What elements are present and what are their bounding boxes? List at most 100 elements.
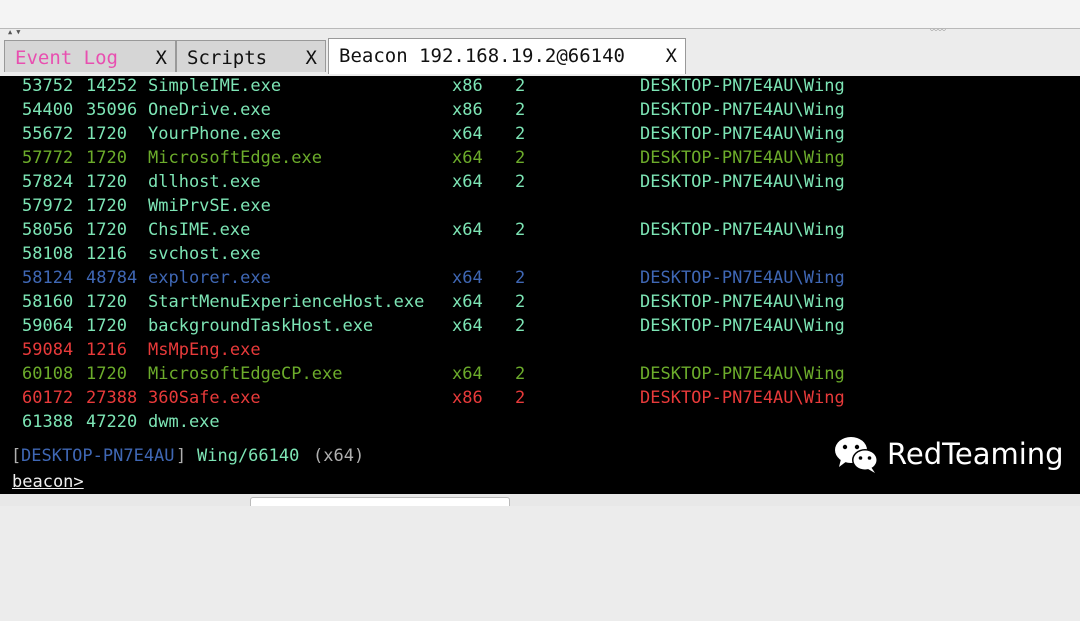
process-name: explorer.exe (148, 268, 271, 288)
process-row: 58056 1720 ChsIME.exe x64 2 DESKTOP-PN7E4AU\W… (0, 218, 1080, 242)
status-host: DESKTOP-PN7E4AU (21, 446, 175, 466)
process-session: 2 (515, 100, 526, 120)
process-arch: x64 (452, 364, 483, 384)
process-name: StartMenuExperienceHost.exe (148, 292, 425, 312)
process-arch: x64 (452, 124, 483, 144)
process-session: 2 (515, 172, 526, 192)
process-session: 2 (515, 220, 526, 240)
status-open-bracket: [ (11, 446, 22, 466)
process-name: svchost.exe (148, 244, 261, 264)
process-session: 2 (515, 268, 526, 288)
tab-scripts-close-icon[interactable]: X (306, 47, 317, 69)
process-session: 2 (515, 148, 526, 168)
process-user: DESKTOP-PN7E4AU\Wing (640, 172, 845, 192)
process-row: 58160 1720 StartMenuExperienceHost.exe x64 2… (0, 290, 1080, 314)
process-pid: 60108 (22, 364, 74, 384)
process-row: 54400 35096 OneDrive.exe x86 2 DESKTOP-PN7E4A… (0, 98, 1080, 122)
process-arch: x86 (452, 388, 483, 408)
process-row: 57772 1720 MicrosoftEdge.exe x64 2 DESKTOP-PN… (0, 146, 1080, 170)
process-pid: 57772 (22, 148, 74, 168)
tab-scripts[interactable]: Scripts X (176, 40, 326, 72)
process-pid: 57972 (22, 196, 74, 216)
prompt-label-text: beacon (12, 472, 74, 492)
process-ppid: 1720 (86, 124, 127, 144)
process-user: DESKTOP-PN7E4AU\Wing (640, 76, 845, 96)
tab-bar: Event Log X Scripts X Beacon 192.168.19.… (0, 36, 1080, 76)
process-user: DESKTOP-PN7E4AU\Wing (640, 316, 845, 336)
process-user: DESKTOP-PN7E4AU\Wing (640, 388, 845, 408)
process-user: DESKTOP-PN7E4AU\Wing (640, 364, 845, 384)
process-row: 59084 1216 MsMpEng.exe (0, 338, 1080, 362)
process-session: 2 (515, 316, 526, 336)
process-user: DESKTOP-PN7E4AU\Wing (640, 268, 845, 288)
process-name: MicrosoftEdgeCP.exe (148, 364, 343, 384)
process-ppid: 27388 (86, 388, 138, 408)
tab-event-log-close-icon[interactable]: X (156, 47, 167, 69)
process-pid: 59084 (22, 340, 74, 360)
process-pid: 59064 (22, 316, 74, 336)
process-name: dwm.exe (148, 412, 220, 432)
process-arch: x64 (452, 220, 483, 240)
status-close-bracket: ] (176, 446, 187, 466)
process-ppid: 1720 (86, 196, 127, 216)
command-prompt[interactable]: beacon> (0, 471, 1080, 494)
beacon-console-output[interactable]: 53752 14252 SimpleIME.exe x86 2 DESKTOP-PN7E4… (0, 76, 1080, 441)
prompt-symbol: > (73, 472, 84, 492)
window-top-bar (0, 0, 1080, 29)
process-pid: 58108 (22, 244, 74, 264)
process-row: 55672 1720 YourPhone.exe x64 2 DESKTOP-PN7E4A… (0, 122, 1080, 146)
command-input-edge[interactable] (250, 497, 510, 506)
process-arch: x64 (452, 316, 483, 336)
tab-beacon[interactable]: Beacon 192.168.19.2@66140 X (328, 38, 686, 74)
process-name: YourPhone.exe (148, 124, 282, 144)
process-arch: x64 (452, 172, 483, 192)
process-row: 59064 1720 backgroundTaskHost.exe x64 2 DESKT… (0, 314, 1080, 338)
process-pid: 58124 (22, 268, 74, 288)
bottom-toolbar (0, 494, 1080, 506)
process-ppid: 1720 (86, 148, 127, 168)
tab-event-log[interactable]: Event Log X (4, 40, 176, 72)
process-row: 53752 14252 SimpleIME.exe x86 2 DESKTOP-PN7E4… (0, 76, 1080, 98)
process-name: dllhost.exe (148, 172, 261, 192)
process-session: 2 (515, 124, 526, 144)
process-pid: 60172 (22, 388, 74, 408)
process-ppid: 35096 (86, 100, 138, 120)
process-pid: 61388 (22, 412, 74, 432)
process-name: MsMpEng.exe (148, 340, 261, 360)
process-arch: x86 (452, 100, 483, 120)
split-pane-grip-icon[interactable]: 〰〰 (930, 27, 946, 35)
wechat-icon (835, 437, 878, 473)
process-session: 2 (515, 76, 526, 96)
process-row: 60108 1720 MicrosoftEdgeCP.exe x64 2 DESKTOP-… (0, 362, 1080, 386)
process-arch: x64 (452, 292, 483, 312)
process-pid: 55672 (22, 124, 74, 144)
process-name: ChsIME.exe (148, 220, 251, 240)
process-user: DESKTOP-PN7E4AU\Wing (640, 124, 845, 144)
process-row: 57824 1720 dllhost.exe x64 2 DESKTOP-PN7E4AU\… (0, 170, 1080, 194)
process-session: 2 (515, 292, 526, 312)
process-session: 2 (515, 388, 526, 408)
process-pid: 54400 (22, 100, 74, 120)
process-ppid: 1720 (86, 364, 127, 384)
status-user-pid: Wing/66140 (197, 446, 300, 466)
process-ppid: 1720 (86, 220, 127, 240)
process-arch: x86 (452, 76, 483, 96)
panel-collapse-arrows-icon[interactable]: ▲▼ (8, 28, 24, 36)
process-name: MicrosoftEdge.exe (148, 148, 322, 168)
prompt-label[interactable]: beacon> (12, 471, 84, 494)
process-pid: 58056 (22, 220, 74, 240)
process-ppid: 1216 (86, 340, 127, 360)
process-ppid: 48784 (86, 268, 138, 288)
tab-beacon-close-icon[interactable]: X (666, 45, 677, 67)
process-pid: 57824 (22, 172, 74, 192)
process-name: backgroundTaskHost.exe (148, 316, 374, 336)
process-name: OneDrive.exe (148, 100, 271, 120)
process-row: 61388 47220 dwm.exe (0, 410, 1080, 434)
process-row: 58108 1216 svchost.exe (0, 242, 1080, 266)
process-user: DESKTOP-PN7E4AU\Wing (640, 220, 845, 240)
process-row: 57972 1720 WmiPrvSE.exe (0, 194, 1080, 218)
tab-beacon-label: Beacon 192.168.19.2@66140 (339, 45, 625, 67)
process-ppid: 1216 (86, 244, 127, 264)
process-pid: 53752 (22, 76, 74, 96)
process-ppid: 1720 (86, 316, 127, 336)
